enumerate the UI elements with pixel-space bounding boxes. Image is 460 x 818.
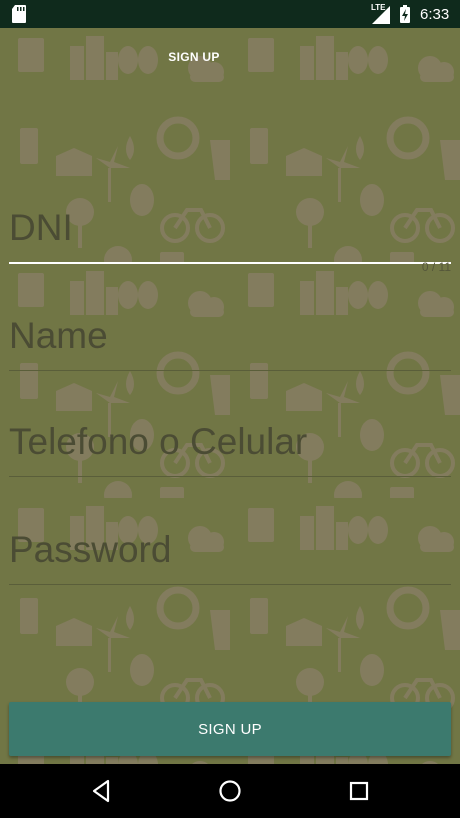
phone-input[interactable] xyxy=(9,418,451,466)
page-title: SIGN UP xyxy=(168,50,220,64)
eco-background-pattern xyxy=(0,28,460,764)
phone-field-container xyxy=(9,418,451,477)
name-underline xyxy=(9,370,451,371)
recents-icon[interactable] xyxy=(344,776,374,806)
password-field-container xyxy=(9,526,451,585)
status-bar: LTE 6:33 xyxy=(0,0,460,28)
password-input[interactable] xyxy=(9,526,451,574)
sd-card-icon xyxy=(12,5,26,23)
battery-charging-icon xyxy=(400,5,410,23)
dni-char-counter: 0 / 11 xyxy=(421,260,451,274)
clock: 6:33 xyxy=(420,6,450,23)
home-icon[interactable] xyxy=(215,776,245,806)
password-underline xyxy=(9,584,451,585)
signal-icon xyxy=(372,6,390,24)
name-field-container xyxy=(9,312,451,371)
name-input[interactable] xyxy=(9,312,451,360)
dni-input[interactable] xyxy=(9,204,451,252)
phone-underline xyxy=(9,476,451,477)
dni-underline xyxy=(9,262,451,264)
back-icon[interactable] xyxy=(86,776,116,806)
signup-button[interactable]: SIGN UP xyxy=(9,702,451,756)
signup-screen: SIGN UP 0 / 11 SIGN UP xyxy=(0,28,460,764)
navigation-bar xyxy=(0,764,460,818)
dni-field-container: 0 / 11 xyxy=(9,204,451,274)
